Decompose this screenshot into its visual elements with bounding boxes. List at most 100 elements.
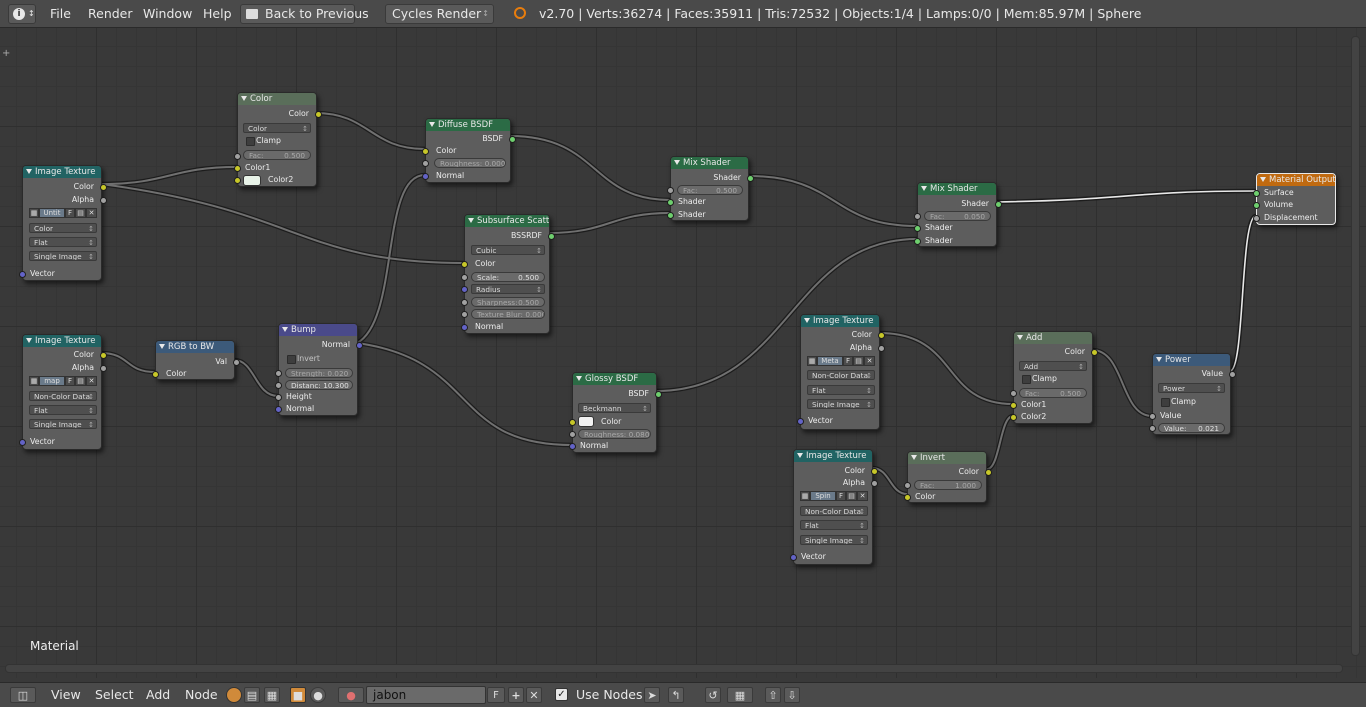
add-color-node[interactable]: Add Color Add Clamp Fac:0.500 Color1 Col… <box>1010 331 1098 424</box>
pin-icon[interactable]: ➤ <box>644 687 660 703</box>
folder-icon[interactable]: ▤ <box>75 208 86 218</box>
copy-nodes-icon[interactable]: ⇧ <box>765 687 781 703</box>
socket-color-out[interactable] <box>878 332 885 339</box>
socket-displacement-in[interactable] <box>1253 215 1260 222</box>
fake-user-button[interactable]: F <box>843 356 853 366</box>
socket-value-in-2[interactable] <box>1149 425 1156 432</box>
socket-shader-out[interactable] <box>995 201 1002 208</box>
close-icon[interactable]: ✕ <box>864 356 875 366</box>
strength-field[interactable]: Strength: 0.020 <box>285 368 353 378</box>
texture-nodes-icon[interactable]: ▦ <box>264 687 280 703</box>
socket-color-out[interactable] <box>985 469 992 476</box>
value-field[interactable]: Value: 0.021 <box>1158 423 1225 433</box>
math-operation-select[interactable]: Power <box>1158 383 1225 393</box>
fac-field[interactable]: Fac: 0.500 <box>243 150 311 160</box>
socket-alpha-out[interactable] <box>871 480 878 487</box>
image-icon[interactable]: ▦ <box>29 208 39 218</box>
socket-color2-in[interactable] <box>1010 414 1017 421</box>
socket-value-out[interactable] <box>1229 371 1236 378</box>
menu-render[interactable]: Render <box>88 0 133 28</box>
plus-icon[interactable]: + <box>2 48 10 59</box>
diffuse-bsdf-node[interactable]: Diffuse BSDF BSDF Color Roughness: 0.000… <box>422 118 516 183</box>
source-select[interactable]: Single Image <box>29 419 97 429</box>
blend-mode-select[interactable]: Add <box>1019 361 1087 371</box>
clamp-checkbox[interactable] <box>1022 375 1031 384</box>
back-to-previous-button[interactable]: Back to Previous <box>240 4 369 24</box>
image-selector[interactable]: ▦ Meta F ▤ ✕ <box>807 356 875 366</box>
invert-checkbox[interactable] <box>287 355 296 364</box>
socket-normal-in[interactable] <box>275 406 282 413</box>
socket-color-out[interactable] <box>871 468 878 475</box>
socket-color2-in[interactable] <box>234 177 241 184</box>
render-engine-select[interactable]: Cycles Render ↕ <box>385 4 494 24</box>
socket-scale-in[interactable] <box>461 274 468 281</box>
node-title[interactable]: Image Texture <box>23 335 101 347</box>
sharpness-field[interactable]: Sharpness: 0.500 <box>471 297 545 307</box>
socket-alpha-out[interactable] <box>100 197 107 204</box>
menu-window[interactable]: Window <box>143 0 192 28</box>
image-texture-node-2[interactable]: Image Texture Color Alpha ▦ map F ▤ ✕ No… <box>19 334 107 450</box>
node-title[interactable]: Image Texture <box>23 166 101 178</box>
source-select[interactable]: Single Image <box>800 535 868 545</box>
shader-nodes-icon[interactable] <box>226 687 242 703</box>
folder-icon[interactable]: ▤ <box>853 356 864 366</box>
distance-field[interactable]: Distanc: 10.300 <box>285 380 353 390</box>
horizontal-scrollbar[interactable] <box>5 664 1343 673</box>
material-output-node[interactable]: Material Output Surface Volume Displacem… <box>1253 173 1336 225</box>
projection-select[interactable]: Flat <box>29 405 97 415</box>
image-icon[interactable]: ▦ <box>29 376 39 386</box>
socket-shader1-in[interactable] <box>667 199 674 206</box>
socket-color-out[interactable] <box>1091 349 1098 356</box>
menu-file[interactable]: File <box>50 0 71 28</box>
fake-user-button[interactable]: F <box>65 376 75 386</box>
close-icon[interactable]: ✕ <box>86 376 97 386</box>
image-name[interactable]: Meta <box>817 356 843 366</box>
socket-normal-in[interactable] <box>461 324 468 331</box>
socket-roughness-in[interactable] <box>569 431 576 438</box>
socket-radius-in[interactable] <box>461 286 468 293</box>
subsurface-scattering-node[interactable]: Subsurface Scattering BSSRDF Cubic Color… <box>461 214 555 334</box>
socket-shader2-in[interactable] <box>914 238 921 245</box>
source-select[interactable]: Single Image <box>29 251 97 261</box>
socket-shader-out[interactable] <box>747 175 754 182</box>
fac-field[interactable]: Fac: 0.500 <box>1019 388 1087 398</box>
socket-color1-in[interactable] <box>234 165 241 172</box>
socket-color-out[interactable] <box>315 111 322 118</box>
socket-fac-in[interactable] <box>914 213 921 220</box>
socket-shader1-in[interactable] <box>914 225 921 232</box>
mix-shader-node-2[interactable]: Mix Shader Shader Fac: 0.050 Shader Shade… <box>914 182 1002 247</box>
falloff-select[interactable]: Cubic <box>471 245 545 255</box>
distribution-select[interactable]: Beckmann <box>578 403 651 413</box>
blend-mode-select[interactable]: Color <box>243 123 311 133</box>
node-title[interactable]: Invert <box>908 452 986 464</box>
image-icon[interactable]: ▦ <box>800 491 810 501</box>
socket-color-in[interactable] <box>152 371 159 378</box>
roughness-field[interactable]: Roughness: 0.000 <box>434 158 506 168</box>
socket-fac-in[interactable] <box>667 187 674 194</box>
image-selector[interactable]: ▦ Untit F ▤ ✕ <box>29 208 97 218</box>
power-math-node[interactable]: Power Value Power Clamp Value Value:0.02… <box>1149 353 1236 435</box>
socket-sharpness-in[interactable] <box>461 299 468 306</box>
node-title[interactable]: Mix Shader <box>918 183 996 195</box>
socket-blur-in[interactable] <box>461 311 468 318</box>
socket-volume-in[interactable] <box>1253 202 1260 209</box>
image-texture-node-3[interactable]: Image Texture Color Alpha ▦ Meta F ▤ ✕ N… <box>797 314 885 430</box>
fac-field[interactable]: Fac: 0.050 <box>924 211 991 221</box>
socket-normal-out[interactable] <box>356 342 363 349</box>
menu-help[interactable]: Help <box>203 0 232 28</box>
socket-value-in-1[interactable] <box>1149 413 1156 420</box>
new-material-plus-icon[interactable]: + <box>508 687 524 703</box>
use-nodes-checkbox[interactable]: ✓ <box>555 688 568 701</box>
rgb-to-bw-node[interactable]: RGB to BW Val Color <box>152 340 240 380</box>
projection-select[interactable]: Flat <box>807 385 875 395</box>
fac-field[interactable]: Fac: 1.000 <box>914 480 982 490</box>
source-select[interactable]: Single Image <box>807 399 875 409</box>
go-to-parent-icon[interactable]: ↰ <box>668 687 684 703</box>
mix-color-node[interactable]: Color Color Color Clamp Fac:0.500 Color1… <box>234 92 322 187</box>
image-name[interactable]: Untit <box>39 208 65 218</box>
editor-type-button[interactable]: ◫ <box>10 687 36 703</box>
node-title[interactable]: Glossy BSDF <box>573 373 656 385</box>
paste-nodes-icon[interactable]: ⇩ <box>784 687 800 703</box>
fac-field[interactable]: Fac: 0.500 <box>677 185 743 195</box>
node-title[interactable]: Material Output <box>1257 174 1335 186</box>
